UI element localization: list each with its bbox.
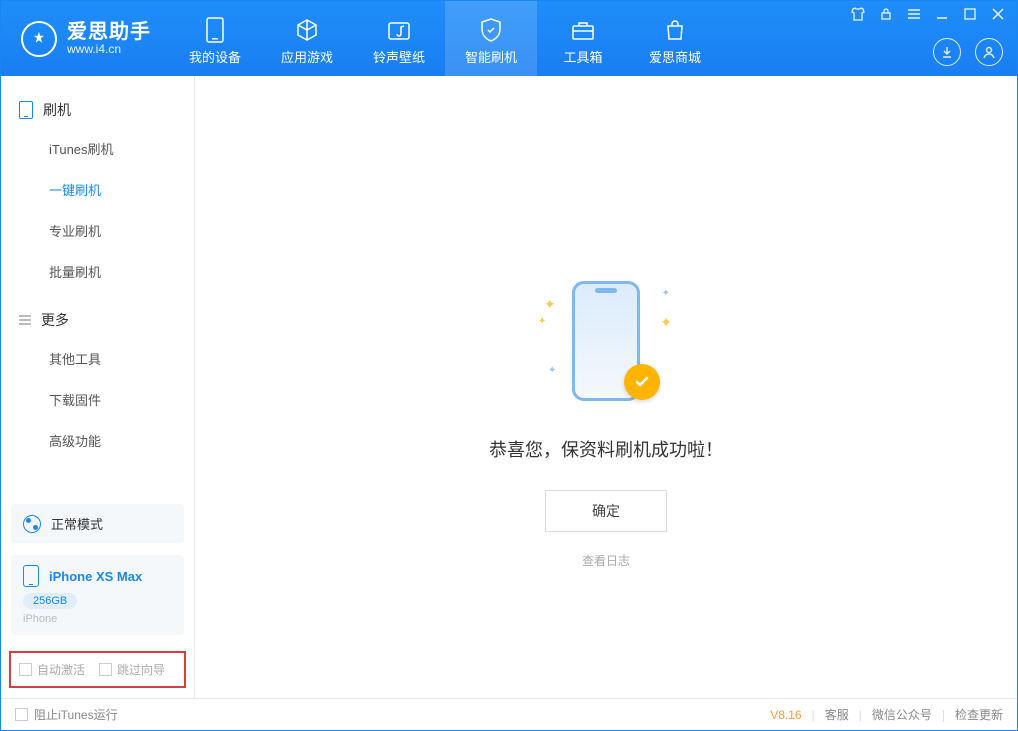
sidebar-item-itunes-flash[interactable]: iTunes刷机	[1, 128, 194, 169]
device-mode-label: 正常模式	[51, 514, 103, 533]
sparkle-icon: ✦	[660, 314, 672, 331]
view-log-link[interactable]: 查看日志	[582, 552, 630, 569]
sparkle-icon: ✦	[662, 288, 670, 299]
bag-icon	[662, 17, 688, 43]
device-type: iPhone	[23, 613, 172, 625]
sidebar-item-batch-flash[interactable]: 批量刷机	[1, 251, 194, 292]
sidebar-item-oneclick-flash[interactable]: 一键刷机	[1, 169, 194, 210]
tab-apps-games[interactable]: 应用游戏	[261, 1, 353, 76]
success-panel: ✦ ✦ ✦ ✦ ✦ 恭喜您，保资料刷机成功啦！ 确定 查看日志	[195, 276, 1017, 569]
footer: 阻止iTunes运行 V8.16 | 客服 | 微信公众号 | 检查更新	[1, 698, 1017, 730]
success-illustration: ✦ ✦ ✦ ✦ ✦	[546, 276, 666, 406]
menu-icon[interactable]	[905, 5, 923, 23]
lock-icon[interactable]	[877, 5, 895, 23]
app-window: 爱思助手 www.i4.cn 我的设备 应用游戏 铃声壁纸 智能刷机	[0, 0, 1018, 731]
user-button[interactable]	[975, 38, 1003, 66]
toolbox-icon	[570, 17, 596, 43]
tshirt-icon[interactable]	[849, 5, 867, 23]
sidebar: 刷机 iTunes刷机 一键刷机 专业刷机 批量刷机 更多 其他工具 下载固件 …	[1, 76, 195, 698]
footer-link-wechat[interactable]: 微信公众号	[872, 706, 932, 723]
logo: 爱思助手 www.i4.cn	[1, 1, 169, 76]
device-phone-icon	[23, 565, 39, 587]
mode-icon	[23, 515, 41, 533]
sparkle-icon: ✦	[538, 316, 546, 327]
cube-icon	[294, 17, 320, 43]
phone-icon	[202, 17, 228, 43]
music-folder-icon	[386, 17, 412, 43]
logo-subtitle: www.i4.cn	[67, 43, 151, 56]
tab-my-device[interactable]: 我的设备	[169, 1, 261, 76]
ok-button[interactable]: 确定	[545, 490, 667, 532]
tab-smart-flash[interactable]: 智能刷机	[445, 1, 537, 76]
minimize-button[interactable]	[933, 5, 951, 23]
phone-outline-icon	[19, 101, 33, 119]
device-name: iPhone XS Max	[49, 569, 142, 584]
sparkle-icon: ✦	[544, 296, 556, 313]
tab-ringtone-wallpaper[interactable]: 铃声壁纸	[353, 1, 445, 76]
logo-icon	[21, 21, 57, 57]
header-action-icons	[933, 38, 1003, 66]
nav-tabs: 我的设备 应用游戏 铃声壁纸 智能刷机 工具箱 爱思商城	[169, 1, 721, 76]
tab-store[interactable]: 爱思商城	[629, 1, 721, 76]
checkbox-icon	[99, 663, 112, 676]
device-capacity: 256GB	[23, 593, 77, 609]
download-button[interactable]	[933, 38, 961, 66]
list-icon	[19, 315, 31, 325]
sidebar-item-advanced[interactable]: 高级功能	[1, 420, 194, 461]
sidebar-item-pro-flash[interactable]: 专业刷机	[1, 210, 194, 251]
options-highlighted-box: 自动激活 跳过向导	[9, 651, 186, 688]
maximize-button[interactable]	[961, 5, 979, 23]
sparkle-icon: ✦	[548, 365, 556, 376]
sidebar-section-flash: 刷机	[1, 92, 194, 128]
logo-title: 爱思助手	[67, 21, 151, 43]
check-badge-icon	[624, 364, 660, 400]
body: 刷机 iTunes刷机 一键刷机 专业刷机 批量刷机 更多 其他工具 下载固件 …	[1, 76, 1017, 698]
device-info-box[interactable]: iPhone XS Max 256GB iPhone	[11, 555, 184, 635]
device-mode-box[interactable]: 正常模式	[11, 504, 184, 543]
footer-link-service[interactable]: 客服	[825, 706, 849, 723]
header: 爱思助手 www.i4.cn 我的设备 应用游戏 铃声壁纸 智能刷机	[1, 1, 1017, 76]
checkbox-icon	[19, 663, 32, 676]
version-label: V8.16	[770, 708, 801, 722]
close-button[interactable]	[989, 5, 1007, 23]
checkbox-icon	[15, 708, 28, 721]
shield-icon	[478, 17, 504, 43]
checkbox-auto-activate[interactable]: 自动激活	[19, 661, 85, 678]
sidebar-item-download-firmware[interactable]: 下载固件	[1, 379, 194, 420]
footer-block-itunes[interactable]: 阻止iTunes运行	[15, 706, 118, 723]
sidebar-item-other-tools[interactable]: 其他工具	[1, 338, 194, 379]
success-message: 恭喜您，保资料刷机成功啦！	[489, 436, 723, 462]
footer-link-update[interactable]: 检查更新	[955, 706, 1003, 723]
checkbox-skip-guide[interactable]: 跳过向导	[99, 661, 165, 678]
main-content: ✦ ✦ ✦ ✦ ✦ 恭喜您，保资料刷机成功啦！ 确定 查看日志	[195, 76, 1017, 698]
tab-toolbox[interactable]: 工具箱	[537, 1, 629, 76]
sidebar-section-more: 更多	[1, 302, 194, 338]
window-controls	[849, 5, 1007, 23]
